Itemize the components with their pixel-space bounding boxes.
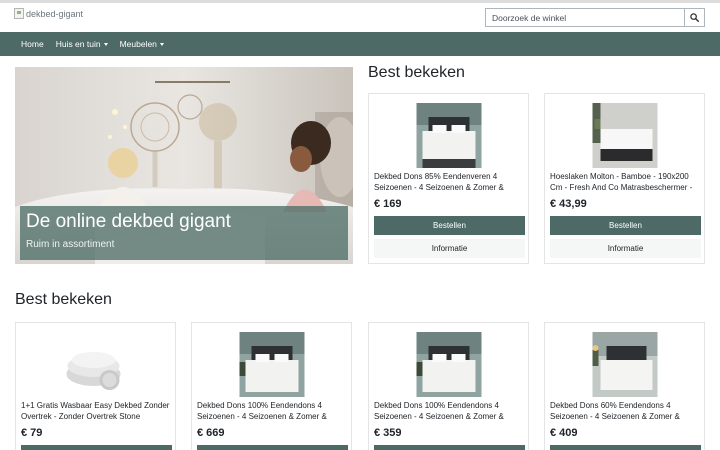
order-button[interactable] <box>374 445 525 450</box>
product-card[interactable]: Dekbed Dons 100% Eendendons 4 Seizoenen … <box>368 322 529 450</box>
product-price: € 79 <box>21 427 43 439</box>
product-price: € 359 <box>374 427 402 439</box>
product-name[interactable]: Dekbed Dons 100% Eendendons 4 Seizoenen … <box>197 401 347 422</box>
product-image <box>239 332 304 397</box>
site-logo[interactable]: dekbed-gigant <box>14 8 83 19</box>
product-price: € 43,99 <box>550 198 587 210</box>
info-button[interactable]: Informatie <box>374 239 525 258</box>
product-name[interactable]: Dekbed Dons 60% Eendendons 4 Seizoenen -… <box>550 401 700 422</box>
main-nav: Home Huis en tuin Meubelen <box>0 32 720 56</box>
product-image <box>416 332 481 397</box>
product-image <box>592 332 657 397</box>
order-button[interactable] <box>550 445 701 450</box>
nav-home-label: Home <box>21 39 44 49</box>
product-name[interactable]: Dekbed Dons 85% Eendenveren 4 Seizoenen … <box>374 172 524 193</box>
order-button[interactable] <box>197 445 348 450</box>
order-button[interactable]: Bestellen <box>374 216 525 235</box>
site-header: dekbed-gigant <box>0 3 720 32</box>
hero-banner[interactable]: De online dekbed gigant Ruim in assortim… <box>15 67 353 264</box>
product-price: € 409 <box>550 427 578 439</box>
product-image <box>592 103 657 168</box>
search-icon <box>690 13 699 22</box>
search-input[interactable] <box>485 8 684 27</box>
search-button[interactable] <box>684 8 705 27</box>
nav-huis-en-tuin-label: Huis en tuin <box>55 39 101 49</box>
product-card[interactable]: Dekbed Dons 85% Eendenveren 4 Seizoenen … <box>368 93 529 264</box>
nav-huis-en-tuin[interactable]: Huis en tuin <box>56 39 108 49</box>
logo-alt-text: dekbed-gigant <box>26 8 84 19</box>
product-card[interactable]: 1+1 Gratis Wasbaar Easy Dekbed Zonder Ov… <box>15 322 176 450</box>
hero-caption: De online dekbed gigant Ruim in assortim… <box>20 206 348 260</box>
nav-home[interactable]: Home <box>21 39 44 49</box>
section-title-bottom: Best bekeken <box>15 291 112 308</box>
section-title-top: Best bekeken <box>368 64 465 81</box>
chevron-down-icon <box>159 43 164 46</box>
product-name[interactable]: Dekbed Dons 100% Eendendons 4 Seizoenen … <box>374 401 524 422</box>
product-image <box>416 103 481 168</box>
product-card[interactable]: Dekbed Dons 100% Eendendons 4 Seizoenen … <box>191 322 352 450</box>
product-name[interactable]: Hoeslaken Molton - Bamboe - 190x200 Cm -… <box>550 172 700 193</box>
product-price: € 169 <box>374 198 402 210</box>
order-button[interactable] <box>21 445 172 450</box>
hero-subtitle: Ruim in assortiment <box>26 239 115 250</box>
product-price: € 669 <box>197 427 225 439</box>
info-button[interactable]: Informatie <box>550 239 701 258</box>
nav-meubelen-label: Meubelen <box>119 39 157 49</box>
nav-meubelen[interactable]: Meubelen <box>120 39 164 49</box>
hero-title: De online dekbed gigant <box>26 211 231 232</box>
product-name[interactable]: 1+1 Gratis Wasbaar Easy Dekbed Zonder Ov… <box>21 401 171 422</box>
product-card[interactable]: Hoeslaken Molton - Bamboe - 190x200 Cm -… <box>544 93 705 264</box>
broken-image-icon <box>14 8 24 19</box>
search-form <box>485 8 705 27</box>
order-button[interactable]: Bestellen <box>550 216 701 235</box>
chevron-down-icon <box>103 43 108 46</box>
product-card[interactable]: Dekbed Dons 60% Eendendons 4 Seizoenen -… <box>544 322 705 450</box>
product-image <box>63 332 128 397</box>
